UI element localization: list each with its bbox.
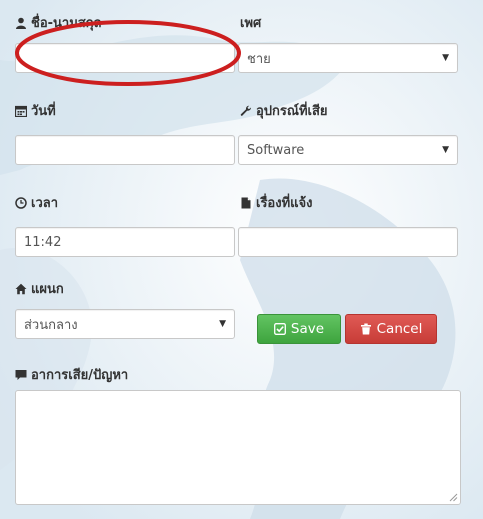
caret-down-icon: ▼ bbox=[219, 319, 226, 329]
clock-icon bbox=[15, 196, 27, 209]
home-icon bbox=[15, 283, 27, 295]
check-icon bbox=[273, 323, 286, 335]
gender-select[interactable]: ชาย ▼ bbox=[238, 43, 458, 73]
device-select[interactable]: Software ▼ bbox=[238, 135, 458, 165]
file-icon bbox=[240, 197, 252, 209]
comment-icon bbox=[15, 369, 27, 381]
cancel-button-label: Cancel bbox=[376, 321, 423, 337]
time-label: เวลา bbox=[15, 192, 58, 213]
subject-input[interactable] bbox=[238, 227, 458, 257]
name-input[interactable] bbox=[15, 43, 235, 73]
department-label: แผนก bbox=[15, 278, 64, 299]
name-label-text: ชื่อ-นามสกุล bbox=[31, 16, 102, 31]
gender-label-text: เพศ bbox=[240, 16, 262, 31]
time-label-text: เวลา bbox=[31, 196, 59, 211]
device-select-value: Software bbox=[247, 142, 305, 158]
department-select[interactable]: ส่วนกลาง ▼ bbox=[15, 309, 235, 339]
problem-textarea[interactable] bbox=[15, 390, 461, 505]
user-icon bbox=[15, 17, 27, 29]
time-input-value: 11:42 bbox=[24, 234, 62, 250]
save-button-label: Save bbox=[290, 321, 325, 337]
department-select-value: ส่วนกลาง bbox=[24, 317, 78, 333]
wrench-icon bbox=[240, 105, 252, 117]
caret-down-icon: ▼ bbox=[442, 145, 449, 155]
date-label: วันที่ bbox=[15, 100, 56, 121]
date-label-text: วันที่ bbox=[31, 104, 56, 119]
problem-label-text: อาการเสีย/ปัญหา bbox=[31, 368, 129, 383]
gender-label: เพศ bbox=[240, 12, 261, 33]
caret-down-icon: ▼ bbox=[442, 53, 449, 63]
gender-select-value: ชาย bbox=[247, 51, 271, 67]
time-input[interactable]: 11:42 bbox=[15, 227, 235, 257]
trash-icon bbox=[360, 323, 372, 335]
resize-grip-icon[interactable] bbox=[449, 493, 458, 502]
calendar-icon bbox=[15, 105, 27, 117]
cancel-button[interactable]: Cancel bbox=[345, 314, 437, 344]
subject-label-text: เรื่องที่แจ้ง bbox=[256, 196, 313, 211]
subject-label: เรื่องที่แจ้ง bbox=[240, 192, 313, 213]
date-input[interactable] bbox=[15, 135, 235, 165]
name-label: ชื่อ-นามสกุล bbox=[15, 12, 102, 33]
problem-label: อาการเสีย/ปัญหา bbox=[15, 364, 128, 385]
department-label-text: แผนก bbox=[31, 282, 64, 297]
save-button[interactable]: Save bbox=[257, 314, 341, 344]
device-label: อุปกรณ์ที่เสีย bbox=[240, 100, 328, 121]
device-label-text: อุปกรณ์ที่เสีย bbox=[256, 104, 328, 119]
